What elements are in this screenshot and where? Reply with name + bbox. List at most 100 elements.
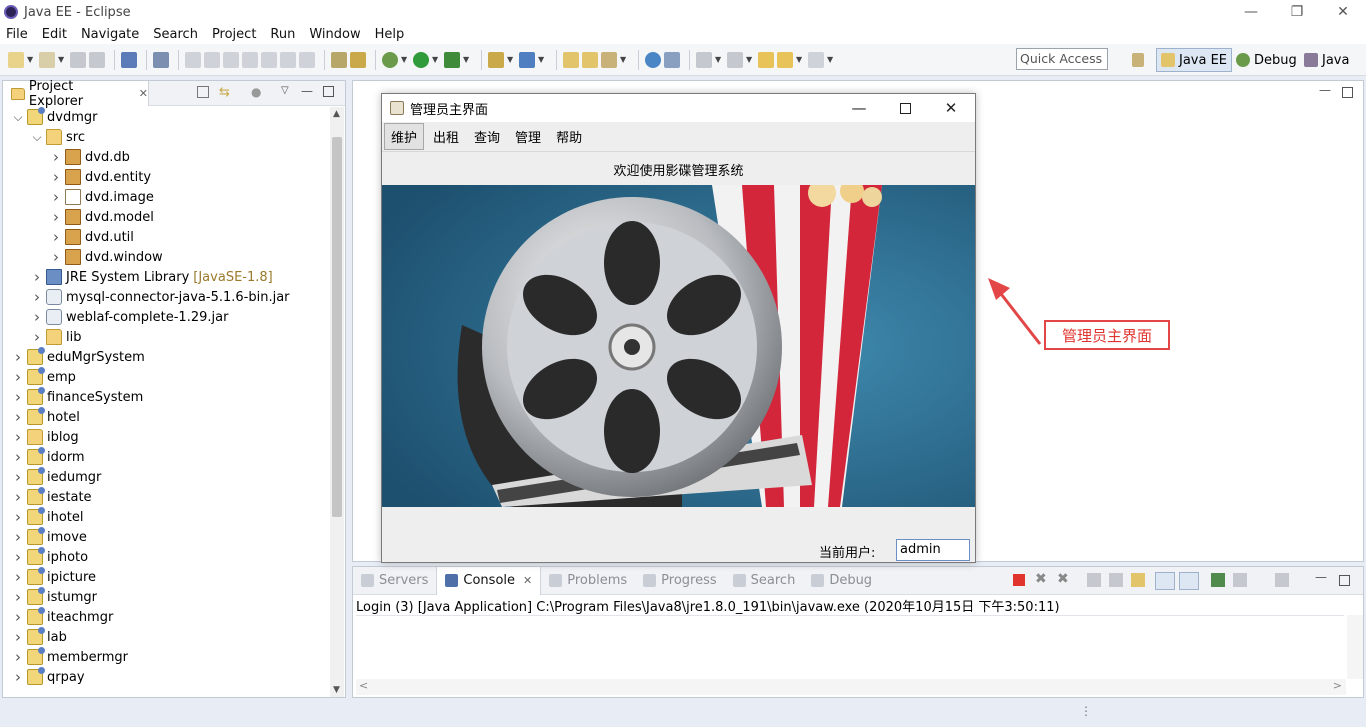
- tree-item[interactable]: ⌵ dvdmgr: [11, 107, 97, 127]
- tree-item[interactable]: › lab: [11, 627, 67, 647]
- step-return-icon[interactable]: [299, 51, 315, 68]
- view-menu-icon[interactable]: ▽: [281, 85, 289, 96]
- chevron-down-icon[interactable]: ▼: [507, 55, 513, 64]
- tree-item[interactable]: › idorm: [11, 447, 85, 467]
- debug-icon[interactable]: [382, 51, 398, 68]
- maximize-editor-icon[interactable]: [1342, 87, 1353, 98]
- remove-all-icon[interactable]: ✖: [1057, 571, 1069, 587]
- chevron-down-icon[interactable]: ▼: [796, 55, 802, 64]
- tree-item[interactable]: › weblaf-complete-1.29.jar: [30, 307, 228, 327]
- chevron-right-icon[interactable]: ›: [11, 628, 25, 646]
- chevron-right-icon[interactable]: ›: [11, 568, 25, 586]
- link-editor-icon[interactable]: ⇆: [219, 85, 230, 100]
- clear-console-icon[interactable]: [1087, 573, 1101, 587]
- menu-run[interactable]: Run: [270, 27, 295, 42]
- chevron-right-icon[interactable]: ›: [30, 328, 44, 346]
- next-annotation-icon[interactable]: [696, 51, 712, 68]
- chevron-down-icon[interactable]: ▼: [746, 55, 752, 64]
- tab-search[interactable]: Search: [725, 567, 804, 595]
- chevron-right-icon[interactable]: ›: [11, 548, 25, 566]
- globe-icon[interactable]: [645, 51, 661, 68]
- chevron-right-icon[interactable]: ›: [11, 388, 25, 406]
- chevron-right-icon[interactable]: ›: [11, 668, 25, 686]
- maximize-console-icon[interactable]: [1339, 575, 1350, 586]
- scroll-up-icon[interactable]: ▲: [333, 109, 340, 119]
- new-class-icon[interactable]: [519, 51, 535, 68]
- tab-problems[interactable]: Problems: [541, 567, 635, 595]
- menu-file[interactable]: File: [6, 27, 28, 42]
- chevron-right-icon[interactable]: ›: [11, 468, 25, 486]
- tree-item[interactable]: › lib: [30, 327, 81, 347]
- tree-item[interactable]: › iteachmgr: [11, 607, 113, 627]
- chevron-right-icon[interactable]: ›: [30, 288, 44, 306]
- chevron-down-icon[interactable]: ▼: [715, 55, 721, 64]
- chevron-right-icon[interactable]: ›: [11, 608, 25, 626]
- terminal-icon[interactable]: [121, 51, 137, 68]
- perspective-debug[interactable]: Debug: [1232, 48, 1301, 72]
- chevron-right-icon[interactable]: ›: [49, 148, 63, 166]
- chevron-right-icon[interactable]: ›: [11, 348, 25, 366]
- chevron-down-icon[interactable]: ▼: [463, 55, 469, 64]
- chevron-down-icon[interactable]: ▼: [432, 55, 438, 64]
- chevron-right-icon[interactable]: ›: [49, 248, 63, 266]
- chevron-down-icon[interactable]: ⌵: [30, 130, 44, 145]
- tree-item[interactable]: › eduMgrSystem: [11, 347, 145, 367]
- console-output[interactable]: [356, 615, 1344, 679]
- scroll-right-icon[interactable]: >: [1333, 679, 1342, 692]
- tree-item[interactable]: › JRE System Library [JavaSE-1.8]: [30, 267, 273, 287]
- remove-launch-icon[interactable]: ✖: [1035, 571, 1047, 587]
- app-menu-help[interactable]: 帮助: [550, 124, 588, 149]
- suspend-icon[interactable]: [204, 51, 220, 68]
- chevron-down-icon[interactable]: ▼: [401, 55, 407, 64]
- chevron-right-icon[interactable]: ›: [11, 428, 25, 446]
- console-vscroll[interactable]: [1347, 615, 1363, 679]
- chevron-right-icon[interactable]: ›: [11, 488, 25, 506]
- tree-item[interactable]: › membermgr: [11, 647, 128, 667]
- perspective-javaee[interactable]: Java EE: [1156, 48, 1233, 72]
- resume-icon[interactable]: [185, 51, 201, 68]
- terminate-icon[interactable]: [223, 51, 239, 68]
- chevron-down-icon[interactable]: ⌵: [11, 110, 25, 125]
- tab-project-explorer[interactable]: Project Explorer ✕: [3, 79, 149, 109]
- run-icon[interactable]: [413, 51, 429, 68]
- app-menu-rent[interactable]: 出租: [427, 124, 465, 149]
- new-project-icon[interactable]: [39, 51, 55, 68]
- tree-item[interactable]: › dvd.image: [49, 187, 154, 207]
- menu-search[interactable]: Search: [153, 27, 198, 42]
- save-all-icon[interactable]: [89, 51, 105, 68]
- tab-progress[interactable]: Progress: [635, 567, 724, 595]
- tree-item[interactable]: › iestate: [11, 487, 92, 507]
- pin-icon[interactable]: [664, 51, 680, 68]
- restore-button[interactable]: ❐: [1274, 0, 1320, 24]
- word-wrap-icon[interactable]: [1131, 573, 1145, 587]
- chevron-right-icon[interactable]: ›: [11, 368, 25, 386]
- new-icon[interactable]: [8, 51, 24, 68]
- console-hscroll[interactable]: < >: [356, 679, 1346, 695]
- tree-item[interactable]: › dvd.util: [49, 227, 134, 247]
- close-icon[interactable]: ✕: [523, 574, 532, 587]
- step-over-icon[interactable]: [280, 51, 296, 68]
- show-stderr-icon[interactable]: [1179, 572, 1199, 590]
- chevron-down-icon[interactable]: ▼: [827, 55, 833, 64]
- chevron-right-icon[interactable]: ›: [11, 448, 25, 466]
- search-tool-icon[interactable]: [601, 51, 617, 68]
- minimize-button[interactable]: —: [1228, 0, 1274, 24]
- run-external-icon[interactable]: [444, 51, 460, 68]
- build-icon[interactable]: [350, 51, 366, 68]
- chevron-down-icon[interactable]: ▼: [58, 55, 64, 64]
- terminate-icon[interactable]: [1013, 574, 1025, 586]
- app-menu-query[interactable]: 查询: [468, 124, 506, 149]
- chevron-right-icon[interactable]: ›: [49, 208, 63, 226]
- app-minimize-button[interactable]: —: [836, 94, 882, 122]
- perspective-java[interactable]: Java: [1300, 48, 1353, 72]
- save-icon[interactable]: [70, 51, 86, 68]
- skip-breakpoints-icon[interactable]: [153, 51, 169, 68]
- minimize-editor-icon[interactable]: —: [1319, 83, 1331, 97]
- tree-item[interactable]: › ihotel: [11, 507, 84, 527]
- menu-window[interactable]: Window: [309, 27, 360, 42]
- tree-item[interactable]: › hotel: [11, 407, 80, 427]
- step-into-icon[interactable]: [261, 51, 277, 68]
- scroll-left-icon[interactable]: <: [359, 679, 368, 692]
- close-button[interactable]: ✕: [1320, 0, 1366, 24]
- menu-edit[interactable]: Edit: [42, 27, 67, 42]
